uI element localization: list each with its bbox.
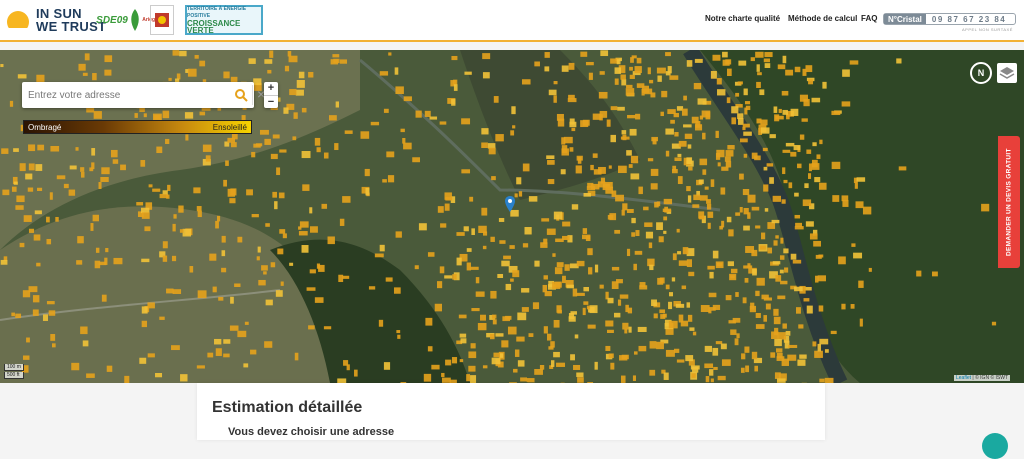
address-search-box[interactable]: × (22, 82, 254, 108)
search-separator (252, 85, 253, 105)
card-title: Estimation détaillée (212, 399, 362, 417)
scale-feet: 500 ft (4, 372, 24, 379)
app-header: IN SUN WE TRUST SDE09 Ariège TERRITOIRE … (0, 0, 1024, 42)
address-input[interactable] (28, 87, 208, 103)
nav-faq-link[interactable]: FAQ (861, 14, 877, 23)
map-view[interactable]: × + − Ombragé Ensoleillé N DEMANDER UN D… (0, 50, 1024, 383)
search-icon[interactable] (234, 88, 248, 102)
scale-meters: 100 m (4, 364, 24, 371)
map-attribution: Leaflet | © IGN © ISWT (954, 375, 1010, 381)
phone-label: N°Cristal (884, 14, 926, 24)
nav-charte-link[interactable]: Notre charte qualité (705, 14, 780, 23)
nav-methode-link[interactable]: Méthode de calcul (788, 14, 857, 23)
zoom-in-button[interactable]: + (264, 82, 278, 95)
card-subtitle: Vous devez choisir une adresse (228, 426, 394, 438)
request-quote-button[interactable]: DEMANDER UN DEVIS GRATUIT (998, 136, 1020, 268)
sun-logo-icon (4, 6, 32, 34)
zoom-control: + − (264, 82, 278, 108)
legend-sunny: Ensoleillé (213, 123, 247, 132)
scale-bar: 100 m 500 ft (4, 364, 24, 380)
phone-number: 09 87 67 23 84 (926, 15, 1006, 24)
layers-icon[interactable] (997, 63, 1017, 83)
attribution-rest: | © IGN © ISWT (971, 375, 1008, 381)
shading-legend: Ombragé Ensoleillé (23, 120, 252, 134)
tepcv-line1: TERRITOIRE À ÉNERGIE POSITIVE (187, 6, 261, 20)
tepcv-big: CROISSANCE VERTE (187, 20, 261, 34)
brand-logo[interactable]: IN SUN WE TRUST (4, 6, 106, 34)
partner-leaf-logo[interactable] (128, 5, 142, 35)
leaflet-link[interactable]: Leaflet (956, 375, 971, 381)
partner-tepcv-logo[interactable]: TERRITOIRE À ÉNERGIE POSITIVE CROISSANCE… (185, 5, 263, 35)
partner-sde-logo[interactable]: SDE09 (98, 5, 126, 35)
phone-cristal[interactable]: N°Cristal 09 87 67 23 84 (883, 13, 1016, 25)
help-icon[interactable] (982, 433, 1008, 459)
compass-icon[interactable]: N (970, 62, 992, 84)
zoom-out-button[interactable]: − (264, 95, 278, 108)
partner-region-logo[interactable] (150, 5, 174, 35)
phone-subtext: APPEL NON SURTAXÉ (962, 27, 1013, 32)
map-pin-icon[interactable] (505, 196, 515, 212)
legend-shaded: Ombragé (28, 123, 61, 132)
estimation-card: Estimation détaillée Vous devez choisir … (197, 383, 825, 440)
